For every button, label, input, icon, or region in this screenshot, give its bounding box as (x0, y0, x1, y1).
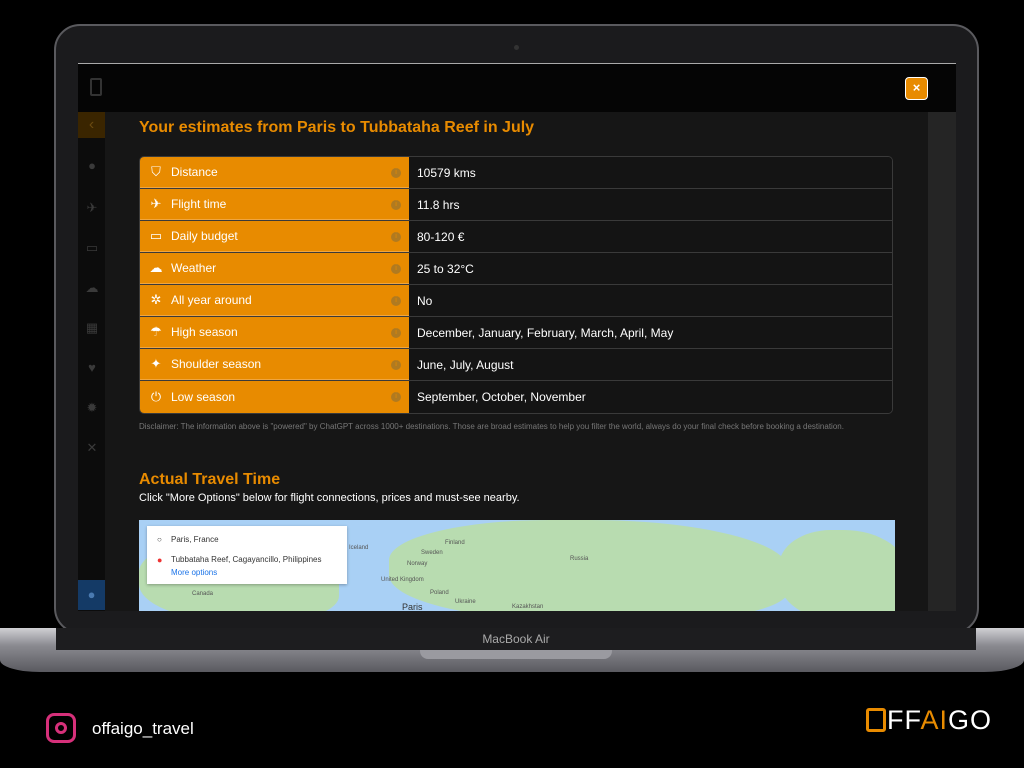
gear-icon[interactable]: ✹ (84, 400, 100, 416)
plane-departure-icon: ✈ (150, 196, 162, 211)
map-label: Poland (430, 590, 449, 596)
row-label: Weather (171, 261, 217, 275)
info-icon[interactable]: i (391, 200, 401, 210)
scrollbar[interactable] (928, 112, 956, 611)
row-value: June, July, August (409, 349, 892, 380)
row-value: 10579 kms (409, 157, 892, 188)
instagram-icon (46, 713, 76, 743)
table-row: ⛉ Distance i 10579 kms (140, 157, 892, 189)
info-icon[interactable]: i (391, 168, 401, 178)
map-label: Canada (192, 591, 214, 597)
section-title: Actual Travel Time (139, 471, 281, 488)
disclaimer: Disclaimer: The information above is "po… (139, 422, 844, 431)
maple-leaf-icon: ✦ (150, 356, 162, 371)
info-icon[interactable]: i (391, 232, 401, 242)
info-icon[interactable]: i (391, 264, 401, 274)
map-label: Russia (570, 556, 589, 562)
map-label: United Kingdom (381, 577, 424, 583)
row-label: High season (171, 325, 238, 339)
instagram-handle: offaigo_travel (92, 719, 194, 738)
calendar-icon[interactable]: ▦ (84, 320, 100, 336)
row-label: Daily budget (171, 229, 238, 243)
close-icon[interactable]: ✕ (84, 440, 100, 456)
row-label: Shoulder season (171, 357, 262, 371)
binoculars-icon: ⛉ (151, 164, 161, 179)
table-row: ☂ High season i December, January, February… (140, 317, 892, 349)
land (779, 530, 895, 611)
modal-title: Your estimates from Paris to Tubbataha R… (139, 119, 535, 136)
row-label: Flight time (171, 197, 227, 211)
row-value: No (409, 285, 892, 316)
table-row: ✲ All year around i No (140, 285, 892, 317)
close-button[interactable]: × (905, 77, 928, 100)
user-icon[interactable]: ● (78, 580, 105, 610)
map-label: Ukraine (455, 599, 476, 605)
origin-circle-icon: ○ (157, 535, 162, 544)
map-pin-icon[interactable]: ● (84, 158, 100, 174)
row-label-cell: ☁ Weather i (140, 253, 409, 284)
row-value: December, January, February, March, Apri… (409, 317, 892, 348)
table-row: ▭ Daily budget i 80-120 € (140, 221, 892, 253)
umbrella-beach-icon: ☂ (150, 324, 162, 339)
power-icon: ⏻ (150, 389, 162, 404)
map-label: Kazakhstan (512, 604, 544, 610)
row-value: September, October, November (409, 381, 892, 413)
top-bar: × (78, 64, 956, 112)
directions-card: ○ Paris, France ● Tubbataha Reef, Cagaya… (147, 526, 347, 584)
card-icon[interactable]: ▭ (84, 240, 100, 256)
camera (514, 45, 519, 50)
screen: × ‹ ● ✈ ▭ ☁ ▦ ♥ ✹ ✕ ● Your estimates fro… (78, 63, 956, 611)
map-label: Finland (445, 540, 465, 546)
row-label-cell: ☂ High season i (140, 317, 409, 348)
section-subtitle: Click "More Options" below for flight co… (139, 492, 520, 504)
row-label-cell: ✈ Flight time i (140, 189, 409, 220)
origin: Paris, France (171, 535, 219, 544)
map-label: Norway (407, 561, 428, 567)
row-label-cell: ✲ All year around i (140, 285, 409, 316)
row-label-cell: ⏻ Low season i (140, 381, 409, 413)
row-label: Distance (171, 165, 218, 179)
laptop-model: MacBook Air (56, 628, 976, 650)
sidebar: ‹ ● ✈ ▭ ☁ ▦ ♥ ✹ ✕ ● (78, 112, 105, 611)
map-label: Sweden (421, 550, 443, 556)
back-icon[interactable]: ‹ (78, 112, 105, 138)
table-row: ☁ Weather i 25 to 32°C (140, 253, 892, 285)
row-value: 11.8 hrs (409, 189, 892, 220)
laptop-notch (420, 650, 612, 659)
row-label-cell: ▭ Daily budget i (140, 221, 409, 252)
info-icon[interactable]: i (391, 296, 401, 306)
destination: Tubbataha Reef, Cagayancillo, Philippine… (171, 555, 322, 564)
life-ring-icon: ✲ (150, 292, 162, 307)
cloud-icon: ☁ (149, 260, 163, 275)
pin-icon: ● (157, 555, 163, 565)
estimates-table: ⛉ Distance i 10579 kms ✈ Flight time i 11.8 hrs… (139, 156, 893, 414)
row-label: All year around (171, 293, 252, 307)
map-label-paris: Paris (402, 602, 423, 611)
more-options-link[interactable]: More options (171, 568, 217, 577)
row-value: 25 to 32°C (409, 253, 892, 284)
table-row: ✦ Shoulder season i June, July, August (140, 349, 892, 381)
app-logo-icon (90, 78, 102, 96)
info-icon[interactable]: i (391, 360, 401, 370)
row-label-cell: ✦ Shoulder season i (140, 349, 409, 380)
cloud-icon[interactable]: ☁ (84, 280, 100, 296)
credit-card-icon: ▭ (149, 228, 163, 243)
map[interactable]: Iceland Finland Sweden Norway Russia Uni… (139, 520, 895, 611)
map-label: Iceland (349, 545, 369, 551)
table-row: ✈ Flight time i 11.8 hrs (140, 189, 892, 221)
table-row: ⏻ Low season i September, October, November (140, 381, 892, 413)
info-icon[interactable]: i (391, 328, 401, 338)
row-label-cell: ⛉ Distance i (140, 157, 409, 188)
brand-logo: FFAIGO (866, 705, 992, 736)
row-value: 80-120 € (409, 221, 892, 252)
land (389, 520, 789, 611)
plane-icon[interactable]: ✈ (84, 200, 100, 216)
heart-icon[interactable]: ♥ (84, 360, 100, 376)
info-icon[interactable]: i (391, 392, 401, 402)
row-label: Low season (171, 390, 236, 404)
